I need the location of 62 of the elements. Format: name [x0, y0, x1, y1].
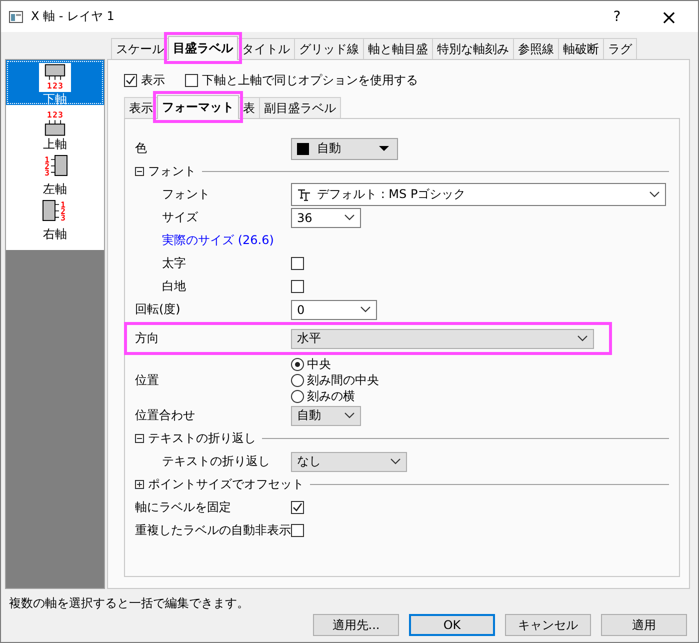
dropdown[interactable]: なし — [291, 452, 407, 472]
field-label: 太字 — [162, 255, 187, 272]
field-label: 位置 — [135, 372, 160, 388]
field-label: サイズ — [162, 209, 199, 226]
collapse-icon[interactable] — [135, 434, 144, 443]
field-label: 白地 — [162, 278, 187, 295]
dialog-button[interactable]: 適用 — [601, 614, 687, 636]
radio-label: 刻み間の中央 — [307, 372, 379, 388]
section-label: フォント — [148, 163, 196, 180]
color-dropdown[interactable]: 自動 — [291, 138, 398, 160]
expand-icon[interactable] — [135, 480, 144, 489]
field-label: 位置合わせ — [135, 407, 196, 424]
dropdown[interactable]: 自動 — [291, 406, 361, 426]
status-text: 複数の軸を選択すると一括で編集できます。 — [8, 595, 250, 611]
caret-icon — [577, 335, 588, 342]
collapse-icon[interactable] — [135, 167, 144, 176]
dropdown[interactable]: 0 — [291, 300, 377, 320]
field-label: フォント — [162, 186, 211, 203]
caret-icon — [649, 191, 660, 198]
dropdown[interactable]: 36 — [291, 208, 361, 228]
caret-icon — [360, 306, 371, 313]
window-title: X 軸 - レイヤ 1 — [31, 8, 114, 25]
checkbox-label: 下軸と上軸で同じオプションを使用する — [202, 72, 418, 88]
checkbox[interactable] — [291, 257, 304, 270]
checkbox[interactable] — [124, 74, 137, 86]
axis-item[interactable]: 123 下軸 — [6, 60, 104, 105]
dropdown[interactable]: 水平 — [291, 328, 594, 348]
window-icon — [9, 10, 23, 22]
dialog-button[interactable]: OK — [409, 614, 495, 636]
dialog-button[interactable]: 適用先... — [313, 614, 399, 636]
radio-label: 中央 — [307, 356, 331, 372]
field-label: テキストの折り返し — [162, 453, 271, 470]
font-dropdown[interactable]: デフォルト : MS Pゴシック — [291, 183, 666, 206]
checkbox[interactable] — [291, 280, 304, 293]
checkbox[interactable] — [185, 74, 198, 86]
checkbox[interactable] — [291, 524, 304, 537]
caret-icon — [379, 146, 389, 151]
caret-icon — [390, 458, 401, 465]
section-label: テキストの折り返し — [148, 430, 256, 447]
radio-button[interactable] — [291, 374, 304, 386]
section-label: ポイントサイズでオフセット — [148, 476, 304, 493]
tab[interactable]: ラグ — [603, 38, 637, 59]
dialog-button[interactable]: キャンセル — [505, 614, 591, 636]
link[interactable]: 実際のサイズ (26.6) — [162, 230, 274, 251]
field-label: 方向 — [135, 330, 160, 347]
field-label: 重複したラベルの自動非表示 — [135, 522, 291, 539]
axis-list[interactable]: 123 下軸 123 上軸 1 2 3 左軸 1 2 3 右軸 — [5, 59, 105, 589]
checkbox-label: 表示 — [141, 72, 165, 88]
field-label: 軸にラベルを固定 — [135, 499, 232, 516]
radio-button[interactable] — [291, 358, 304, 370]
checkbox[interactable] — [291, 501, 304, 514]
field-label: 回転(度) — [135, 301, 182, 318]
font-icon — [297, 188, 311, 200]
radio-button[interactable] — [291, 390, 304, 402]
close-button[interactable]: × — [640, 2, 698, 32]
help-button[interactable]: ? — [594, 2, 640, 32]
radio-label: 刻みの横 — [307, 388, 355, 404]
tab[interactable]: 副目盛ラベル — [259, 97, 341, 118]
tab[interactable]: スケール — [111, 38, 169, 59]
caret-icon — [344, 412, 355, 419]
field-label: 色 — [135, 140, 148, 157]
caret-icon — [344, 214, 355, 221]
